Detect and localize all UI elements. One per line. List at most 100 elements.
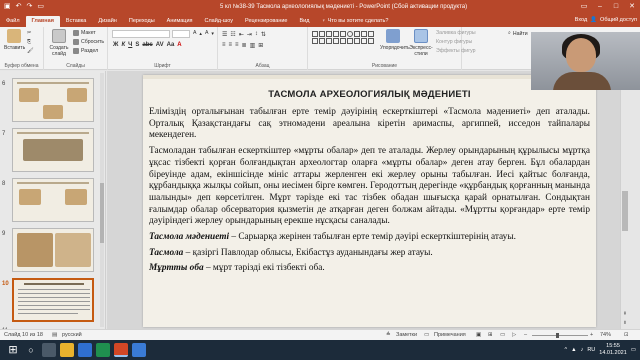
spacing-icon[interactable]: AV <box>156 42 164 48</box>
zoom-slider[interactable] <box>532 335 588 336</box>
shape-arrow-icon[interactable] <box>368 31 374 37</box>
reset-button[interactable]: Сбросить <box>73 39 104 45</box>
app-icon[interactable] <box>96 343 110 357</box>
shape-rect-icon[interactable] <box>361 38 367 44</box>
tab-file[interactable]: Файл <box>0 16 26 27</box>
file-explorer-icon[interactable] <box>60 343 74 357</box>
shape-rect-icon[interactable] <box>354 38 360 44</box>
tab-animations[interactable]: Анимация <box>161 16 199 27</box>
quick-styles-button[interactable]: Экспресс-стили <box>408 29 434 57</box>
thumbnail-scrollbar[interactable] <box>100 73 104 327</box>
line-spacing-icon[interactable]: ↕ <box>255 31 258 38</box>
slide-thumbnail[interactable] <box>12 78 94 122</box>
prev-slide-icon[interactable]: ⇞ <box>621 311 629 317</box>
shape-rect-icon[interactable] <box>319 31 325 37</box>
shape-oval-icon[interactable] <box>347 31 353 37</box>
redo-icon[interactable]: ↷ <box>27 0 33 14</box>
ribbon-options-icon[interactable]: ▭ <box>576 0 592 14</box>
bold-icon[interactable]: Ж <box>113 42 118 48</box>
paste-button[interactable]: Вставить <box>4 29 25 51</box>
clock[interactable]: 15:55 14.01.2021 <box>599 343 627 357</box>
align-right-icon[interactable]: ≡ <box>235 42 239 49</box>
shadow-icon[interactable]: S <box>135 42 139 48</box>
volume-icon[interactable]: ♪ <box>581 347 584 353</box>
font-size-field[interactable] <box>172 30 190 38</box>
shape-rect-icon[interactable] <box>354 31 360 37</box>
save-icon[interactable]: ▣ <box>4 0 11 14</box>
browser-icon[interactable] <box>78 343 92 357</box>
cut-icon[interactable]: ✂ <box>27 30 31 36</box>
shape-rect-icon[interactable] <box>312 31 318 37</box>
copy-icon[interactable]: ⎘ <box>27 39 31 46</box>
network-icon[interactable]: ▲ <box>571 347 576 353</box>
shape-line-icon[interactable] <box>333 31 339 37</box>
layout-button[interactable]: Макет <box>73 30 96 36</box>
search-icon[interactable]: ○ <box>24 343 38 357</box>
align-left-icon[interactable]: ≡ <box>222 42 226 49</box>
zoom-app-icon[interactable] <box>132 343 146 357</box>
scrollbar-knob[interactable] <box>100 183 104 243</box>
tab-transitions[interactable]: Переходы <box>123 16 161 27</box>
shape-star-icon[interactable] <box>340 38 346 44</box>
windows-start-icon[interactable]: ⊞ <box>6 343 20 357</box>
shrink-font-icon[interactable]: A ▼ <box>205 30 215 36</box>
slide-thumbnail[interactable] <box>12 178 94 222</box>
align-center-icon[interactable]: ≡ <box>229 42 233 49</box>
task-view-icon[interactable] <box>42 343 56 357</box>
minimize-icon[interactable]: – <box>592 0 608 14</box>
shape-rect-icon[interactable] <box>347 38 353 44</box>
case-icon[interactable]: Aa <box>167 42 175 48</box>
slide-canvas[interactable]: ТАСМОЛА АРХЕОЛОГИЯЛЫҚ МӘДЕНИЕТІ Елімізді… <box>143 75 596 327</box>
section-button[interactable]: Раздел <box>73 48 98 54</box>
slide-thumbnail[interactable] <box>12 128 94 172</box>
text-direction-icon[interactable]: ⇅ <box>261 31 266 38</box>
shape-brace-icon[interactable] <box>333 38 339 44</box>
shape-triangle-icon[interactable] <box>361 31 367 37</box>
tab-design[interactable]: Дизайн <box>92 16 123 27</box>
slide-thumbnail-active[interactable] <box>12 278 94 322</box>
shapes-gallery[interactable] <box>312 31 374 44</box>
font-color-icon[interactable]: A <box>177 42 181 48</box>
font-name-field[interactable] <box>112 30 170 38</box>
tell-me-search[interactable]: ♀ Что вы хотите сделать? <box>315 16 394 27</box>
tab-slideshow[interactable]: Слайд-шоу <box>199 16 240 27</box>
tab-view[interactable]: Вид <box>294 16 316 27</box>
justify-icon[interactable]: ≣ <box>242 42 247 49</box>
input-language[interactable]: RU <box>587 347 595 353</box>
tray-expand-icon[interactable]: ^ <box>565 347 568 353</box>
slide-body-text[interactable]: Еліміздің орталығынан табылған ерте темі… <box>149 107 590 323</box>
scrollbar-knob[interactable] <box>622 191 628 231</box>
strikethrough-icon[interactable]: abc <box>142 42 152 48</box>
maximize-icon[interactable]: □ <box>608 0 624 14</box>
undo-icon[interactable]: ↶ <box>16 0 22 14</box>
slide-thumbnail[interactable] <box>12 228 94 272</box>
grow-font-icon[interactable]: A ▲ <box>193 30 203 36</box>
numbering-icon[interactable]: ☷ <box>230 31 235 38</box>
shape-line-icon[interactable] <box>326 31 332 37</box>
tab-home[interactable]: Главная <box>25 16 60 27</box>
shape-rect-icon[interactable] <box>340 31 346 37</box>
format-painter-icon[interactable]: 🖌 <box>27 48 34 54</box>
shape-arrow-icon[interactable] <box>319 38 325 44</box>
find-button[interactable]: ⌕ Найти <box>508 30 528 37</box>
underline-icon[interactable]: Ч <box>128 42 132 48</box>
increase-indent-icon[interactable]: ⇥ <box>247 31 252 38</box>
slide-title[interactable]: ТАСМОЛА АРХЕОЛОГИЯЛЫҚ МӘДЕНИЕТІ <box>143 89 596 100</box>
decrease-indent-icon[interactable]: ⇤ <box>239 31 244 38</box>
bullets-icon[interactable]: ☰ <box>222 31 227 38</box>
share-button[interactable]: Общий доступ <box>600 14 637 27</box>
columns-icon[interactable]: ▥ <box>250 42 256 49</box>
close-icon[interactable]: ✕ <box>624 0 640 14</box>
shape-rect-icon[interactable] <box>368 38 374 44</box>
tab-review[interactable]: Рецензирование <box>239 16 293 27</box>
slide-scrollbar[interactable]: ▲ ⇞ ⇟ <box>620 71 628 329</box>
tab-insert[interactable]: Вставка <box>60 16 92 27</box>
start-slideshow-icon[interactable]: ▭ <box>37 0 44 14</box>
italic-icon[interactable]: К <box>121 42 125 48</box>
smartart-icon[interactable]: ⊞ <box>258 42 263 49</box>
shape-brace-icon[interactable] <box>326 38 332 44</box>
new-slide-button[interactable]: Создать слайд <box>48 29 70 57</box>
powerpoint-taskbar-icon[interactable] <box>114 343 128 357</box>
arrange-button[interactable]: Упорядочить <box>380 29 410 51</box>
zoom-slider-thumb[interactable] <box>556 333 559 338</box>
